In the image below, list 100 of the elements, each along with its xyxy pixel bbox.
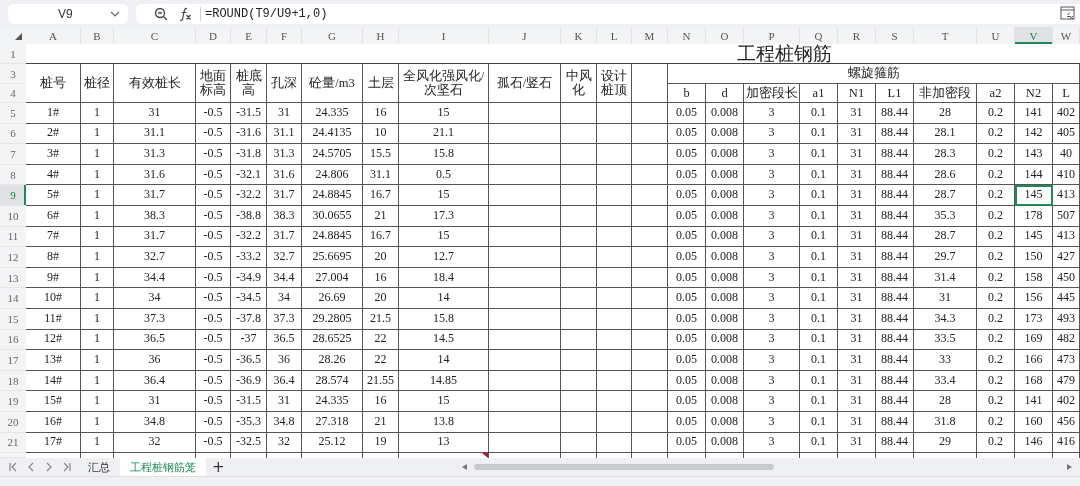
previous-sheet-icon[interactable] (26, 462, 36, 472)
table-cell: 0.2 (977, 205, 1015, 227)
scroll-left-icon[interactable] (462, 464, 468, 470)
row-header[interactable]: 14 (0, 288, 26, 309)
table-cell: 145 (1015, 185, 1053, 206)
table-cell: -36.5 (231, 350, 267, 371)
row-header[interactable]: 20 (0, 411, 26, 433)
column-header[interactable]: N (668, 27, 706, 44)
column-header[interactable]: M (632, 27, 668, 44)
column-header[interactable]: P (744, 27, 800, 44)
table-cell: 3 (744, 226, 800, 248)
last-sheet-icon[interactable] (62, 462, 72, 472)
row-header[interactable]: 8 (0, 164, 26, 186)
column-header[interactable]: H (363, 27, 399, 44)
column-header[interactable]: O (706, 27, 744, 44)
column-header[interactable]: L (597, 27, 632, 44)
empty-cell (632, 185, 668, 206)
column-header[interactable]: V (1015, 27, 1053, 44)
table-cell: 146 (1015, 432, 1053, 454)
next-sheet-icon[interactable] (44, 462, 54, 472)
row-header[interactable]: 10 (0, 205, 26, 227)
row-header[interactable]: 5 (0, 103, 26, 124)
table-cell: 25.6695 (302, 247, 363, 268)
table-cell: 0.05 (668, 267, 706, 289)
add-sheet-button[interactable]: + (206, 458, 231, 476)
row-header[interactable]: 19 (0, 391, 26, 412)
column-header[interactable]: G (302, 27, 363, 44)
table-cell: 141 (1015, 103, 1053, 124)
column-header[interactable]: C (114, 27, 196, 44)
empty-cell (632, 205, 668, 227)
column-header[interactable]: J (489, 27, 561, 44)
table-cell: 88.44 (876, 411, 914, 433)
row-header[interactable]: 1 (0, 44, 26, 64)
table-cell: 0.1 (800, 185, 838, 206)
column-header[interactable]: R (838, 27, 876, 44)
row-header[interactable]: 6 (0, 123, 26, 145)
row-header[interactable]: 13 (0, 267, 26, 289)
table-cell: 31.1 (114, 123, 196, 145)
header-cell: 非加密段 (914, 84, 977, 103)
first-sheet-icon[interactable] (8, 462, 18, 472)
header-cell: N1 (838, 84, 876, 103)
column-header[interactable]: U (977, 27, 1015, 44)
row-header[interactable]: 3 (0, 64, 26, 84)
empty-cell (561, 164, 597, 186)
row-header[interactable]: 7 (0, 144, 26, 165)
empty-cell (489, 185, 561, 206)
caret-icon[interactable] (110, 10, 120, 17)
sheet-tab[interactable]: 汇总 (78, 458, 120, 476)
empty-cell (489, 391, 561, 412)
table-cell: 13 (399, 432, 489, 454)
column-header[interactable]: D (196, 27, 231, 44)
table-cell: 0.1 (800, 123, 838, 145)
scrollbar-thumb[interactable] (474, 464, 774, 470)
column-header[interactable]: S (876, 27, 914, 44)
table-cell: 24.4135 (302, 123, 363, 145)
function-icon[interactable] (178, 6, 192, 21)
table-cell: 507 (1053, 205, 1080, 227)
empty-cell (489, 247, 561, 268)
column-header[interactable]: F (267, 27, 302, 44)
row-header[interactable]: 9 (0, 185, 26, 206)
row-header[interactable]: 21 (0, 432, 26, 454)
column-header[interactable]: A (26, 27, 81, 44)
column-header[interactable]: Q (800, 27, 838, 44)
column-header[interactable]: T (914, 27, 977, 44)
empty-cell (597, 164, 632, 186)
table-cell: 31 (838, 164, 876, 186)
table-cell: 0.1 (800, 370, 838, 392)
empty-cell (632, 411, 668, 433)
row-header[interactable]: 15 (0, 308, 26, 330)
row-header[interactable]: 16 (0, 329, 26, 351)
table-cell: 0.1 (800, 432, 838, 454)
table-cell: 0.05 (668, 226, 706, 248)
column-header[interactable]: K (561, 27, 597, 44)
expand-formula-icon[interactable] (1060, 5, 1076, 22)
name-box[interactable]: V9 (8, 3, 128, 24)
table-cell: 3 (744, 185, 800, 206)
scroll-right-icon[interactable] (1066, 464, 1072, 470)
sheet-tab[interactable]: 工程桩钢筋笼 (120, 458, 206, 476)
table-cell: 14.85 (399, 370, 489, 392)
row-header[interactable]: 11 (0, 226, 26, 248)
row-header[interactable]: 12 (0, 247, 26, 268)
column-header[interactable]: E (231, 27, 267, 44)
column-header[interactable]: W (1053, 27, 1080, 44)
table-cell: 168 (1015, 370, 1053, 392)
empty-cell (632, 267, 668, 289)
empty-cell (597, 205, 632, 227)
column-header[interactable]: I (399, 27, 489, 44)
table-cell: 0.008 (706, 350, 744, 371)
row-header[interactable]: 17 (0, 350, 26, 371)
select-all-icon[interactable] (15, 33, 22, 40)
table-cell: 0.1 (800, 205, 838, 227)
header-cell: b (668, 84, 706, 103)
zoom-icon[interactable] (154, 6, 168, 21)
column-header[interactable]: B (81, 27, 114, 44)
row-header[interactable]: 18 (0, 370, 26, 392)
row-header[interactable]: 4 (0, 84, 26, 103)
table-cell: 0.05 (668, 103, 706, 124)
table-cell: 0.008 (706, 391, 744, 412)
table-cell: 0.2 (977, 432, 1015, 454)
empty-cell (597, 308, 632, 330)
